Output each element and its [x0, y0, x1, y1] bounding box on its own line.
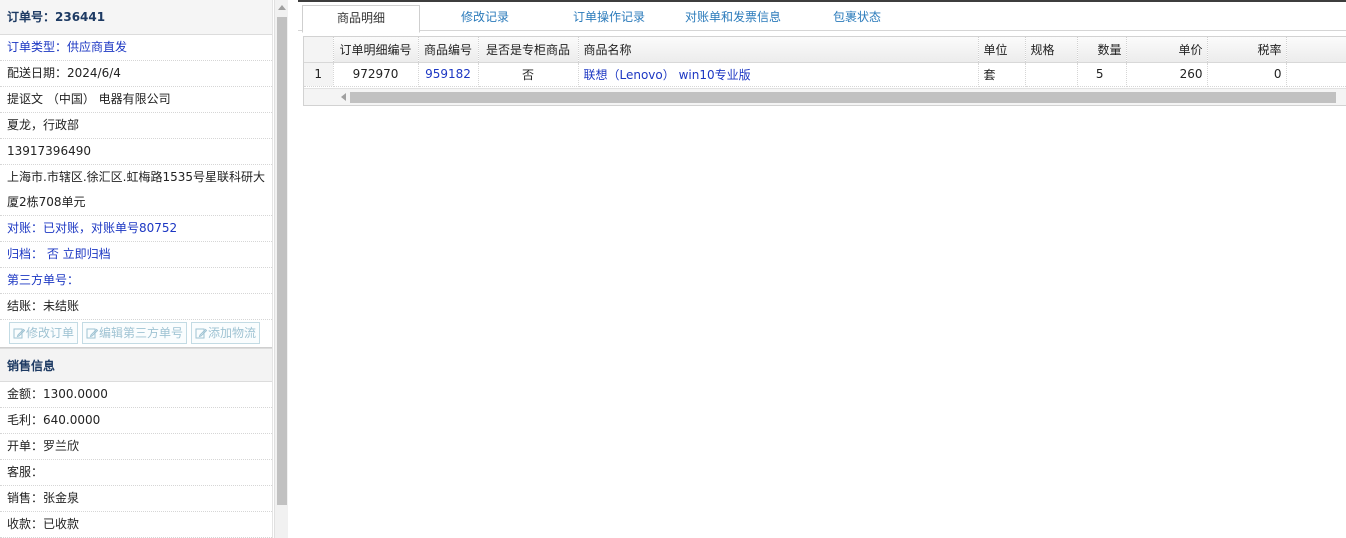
grid-header-row: 订单明细编号 商品编号 是否是专柜商品 商品名称 单位 规格 数量 单价 税率 … — [304, 37, 1346, 63]
cell-tax-rate: 0 — [1207, 62, 1287, 87]
cell-detail-no: 972970 — [333, 62, 419, 87]
delivery-date: 配送日期：2024/6/4 — [0, 61, 272, 87]
tab-statement-invoice[interactable]: 对账单和发票信息 — [674, 5, 792, 32]
add-logistics-label: 添加物流 — [208, 326, 257, 340]
col-header-product-name[interactable]: 商品名称 — [578, 37, 979, 63]
sales-gross-profit: 毛利：640.0000 — [0, 408, 272, 434]
edit-icon — [195, 328, 208, 339]
sales-customer-service: 客服： — [0, 460, 272, 486]
modify-order-button[interactable]: 修改订单 — [9, 322, 79, 344]
grid-horizontal-scrollbar[interactable] — [304, 88, 1346, 105]
scrollbar-thumb[interactable] — [350, 92, 1336, 103]
sales-creator: 开单：罗兰欣 — [0, 434, 272, 460]
col-header-is-counter[interactable]: 是否是专柜商品 — [478, 37, 579, 63]
cell-unit-price: 260 — [1126, 62, 1208, 87]
cell-unit: 套 — [978, 62, 1026, 87]
order-number-header: 订单号：236441 — [0, 0, 272, 35]
cell-product-no-link[interactable]: 959182 — [418, 62, 479, 87]
col-header-unit[interactable]: 单位 — [978, 37, 1026, 63]
customer-company: 提讴文 （中国） 电器有限公司 — [0, 87, 272, 113]
col-header-spec[interactable]: 规格 — [1025, 37, 1078, 63]
cell-row-number: 1 — [304, 62, 334, 87]
edit-icon — [86, 328, 99, 339]
edit-third-party-button[interactable]: 编辑第三方单号 — [82, 322, 188, 344]
customer-address: 上海市.市辖区.徐汇区.虹梅路1535号星联科研大厦2栋708单元 — [0, 165, 272, 216]
reconcile-status[interactable]: 对账：已对账，对账单号80752 — [0, 216, 272, 242]
tab-modify-records[interactable]: 修改记录 — [426, 5, 544, 32]
tab-bar: 商品明细 修改记录 订单操作记录 对账单和发票信息 包裹状态 — [298, 0, 1346, 33]
customer-phone: 13917396490 — [0, 139, 272, 165]
scrollbar-thumb[interactable] — [277, 17, 287, 505]
cell-quantity: 5 — [1077, 62, 1127, 87]
order-type: 订单类型：供应商直发 — [0, 35, 272, 61]
sales-info-header: 销售信息 — [0, 348, 272, 382]
tab-product-details[interactable]: 商品明细 — [302, 5, 420, 33]
left-panel-scrollbar[interactable] — [274, 0, 288, 538]
edit-third-party-label: 编辑第三方单号 — [99, 326, 184, 340]
cell-tax — [1286, 62, 1346, 87]
col-header-product-no[interactable]: 商品编号 — [418, 37, 479, 63]
tab-package-status[interactable]: 包裹状态 — [798, 5, 916, 32]
order-detail-panel: 商品明细 修改记录 订单操作记录 对账单和发票信息 包裹状态 订单明细编号 商品… — [298, 0, 1346, 538]
order-action-bar: 修改订单 编辑第三方单号 添加物流 — [0, 320, 272, 348]
col-header-row-number — [304, 37, 334, 63]
scroll-up-arrow-icon[interactable] — [275, 0, 289, 14]
col-header-tax[interactable]: 税 — [1286, 37, 1346, 63]
add-logistics-button[interactable]: 添加物流 — [191, 322, 261, 344]
table-row[interactable]: 1 972970 959182 否 联想（Lenovo） win10专业版 套 … — [304, 62, 1346, 87]
customer-contact: 夏龙，行政部 — [0, 113, 272, 139]
product-detail-grid: 订单明细编号 商品编号 是否是专柜商品 商品名称 单位 规格 数量 单价 税率 … — [303, 36, 1346, 106]
modify-order-label: 修改订单 — [26, 326, 75, 340]
third-party-order-no: 第三方单号： — [0, 268, 272, 294]
sales-amount: 金额：1300.0000 — [0, 382, 272, 408]
sales-collection: 收款：已收款 — [0, 512, 272, 538]
col-header-unit-price[interactable]: 单价 — [1126, 37, 1208, 63]
sales-salesperson: 销售：张金泉 — [0, 486, 272, 512]
cell-spec — [1025, 62, 1078, 87]
cell-is-counter: 否 — [478, 62, 579, 87]
col-header-tax-rate[interactable]: 税率 — [1207, 37, 1287, 63]
tab-order-operation-records[interactable]: 订单操作记录 — [550, 5, 668, 32]
edit-icon — [13, 328, 25, 339]
cell-product-name-link[interactable]: 联想（Lenovo） win10专业版 — [578, 62, 979, 87]
scroll-left-arrow-icon[interactable] — [338, 92, 348, 102]
col-header-quantity[interactable]: 数量 — [1077, 37, 1127, 63]
archive-status[interactable]: 归档： 否 立即归档 — [0, 242, 272, 268]
order-info-panel: 订单号：236441 订单类型：供应商直发 配送日期：2024/6/4 提讴文 … — [0, 0, 273, 538]
col-header-detail-no[interactable]: 订单明细编号 — [333, 37, 419, 63]
settlement-status: 结账：未结账 — [0, 294, 272, 320]
